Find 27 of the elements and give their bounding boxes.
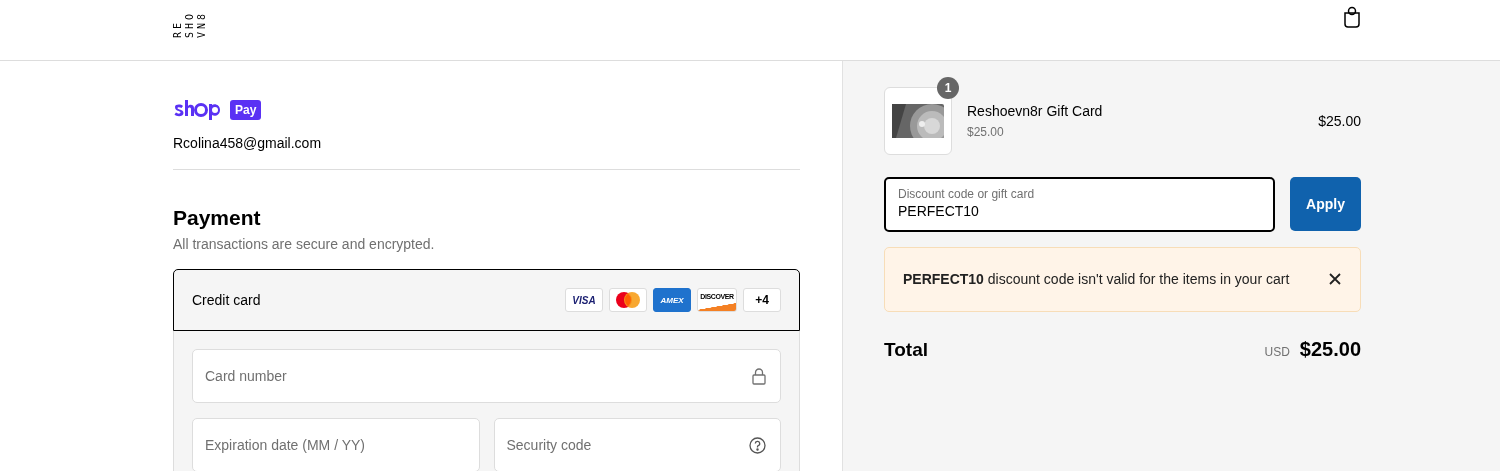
pay-badge: Pay [230, 100, 262, 120]
notice-message: PERFECT10 discount code isn't valid for the items in your cart [903, 270, 1290, 289]
section-title: Payment [173, 206, 262, 230]
expiration-date-field[interactable]: Expiration date (MM / YY) [192, 418, 480, 471]
discount-code-field[interactable]: Discount code or gift card PERFECT10 [884, 177, 1275, 232]
currency-code: USD [1264, 345, 1290, 359]
unit-price: $25.00 [967, 125, 1005, 139]
close-icon[interactable] [1328, 272, 1342, 286]
security-note: All transactions are secure and encrypted. [173, 236, 436, 252]
total-amount: $25.00 [1299, 338, 1361, 361]
quantity-badge: 1 [937, 77, 959, 99]
line-price: $25.00 [1318, 113, 1361, 129]
store-logo[interactable]: RE SHO VN8 [173, 0, 207, 38]
card-number-field[interactable]: Card number [192, 349, 781, 403]
contact-email: Rcolina458@gmail.com [173, 135, 800, 170]
apply-button[interactable]: Apply [1290, 177, 1361, 231]
amex-logo: AMEX [653, 288, 691, 312]
shopping-bag-icon[interactable] [1343, 6, 1361, 28]
more-brands-badge: +4 [743, 288, 781, 312]
help-icon[interactable] [749, 436, 766, 454]
visa-logo: VISA [565, 288, 603, 312]
product-name: Reshoevn8r Gift Card [967, 103, 1104, 119]
mastercard-logo [615, 292, 641, 308]
lock-icon [752, 367, 766, 385]
security-code-field[interactable]: Security code [493, 418, 781, 471]
total-label: Total [884, 339, 929, 361]
option-label: Credit card [192, 292, 261, 308]
